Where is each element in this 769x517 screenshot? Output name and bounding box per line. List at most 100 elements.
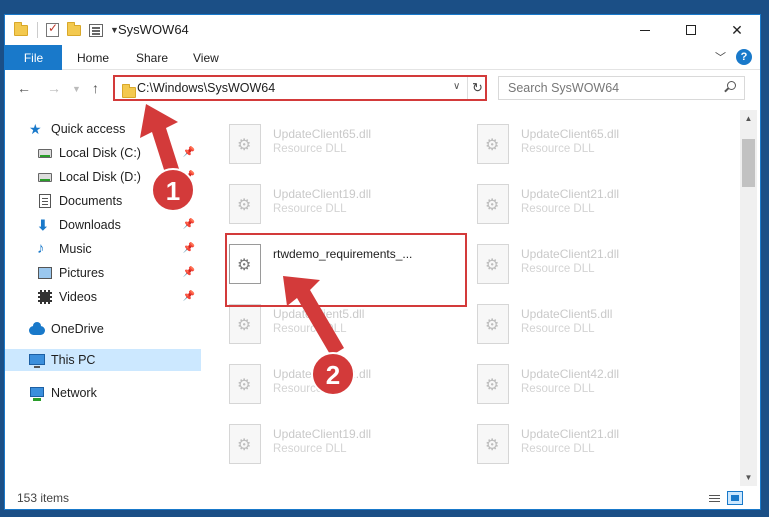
onedrive-cloud-icon — [29, 321, 45, 337]
list-item[interactable]: UpdateClient65.dll Resource DLL — [465, 120, 705, 172]
file-type: Resource DLL — [521, 203, 595, 215]
sidebar-item-label: Local Disk (D:) — [59, 170, 141, 184]
list-item[interactable]: UpdateClient42.dll Resource DLL — [465, 360, 705, 412]
dll-file-icon — [477, 184, 509, 224]
sidebar-item-label: Documents — [59, 194, 123, 208]
tab-share[interactable]: Share — [136, 51, 168, 65]
address-path[interactable]: C:\Windows\SysWOW64 — [137, 81, 275, 95]
search-icon[interactable] — [724, 81, 736, 93]
scroll-down-icon[interactable]: ▼ — [740, 469, 757, 486]
properties-check-icon[interactable] — [44, 21, 60, 38]
customize-icon[interactable] — [88, 22, 104, 38]
maximize-icon — [686, 25, 696, 35]
large-icons-view-icon[interactable] — [727, 491, 743, 505]
pin-icon[interactable]: 📌 — [183, 267, 195, 278]
explorer-window: ▼ SysWOW64 ✕ File Home Share View ﹀ ? ← … — [4, 14, 761, 510]
sidebar-item-label: OneDrive — [51, 322, 104, 336]
list-item[interactable]: UpdateClient21.dll Resource DLL — [465, 240, 705, 292]
list-item[interactable]: UpdateClient21.dll Resource DLL — [465, 420, 705, 472]
sidebar-item-downloads[interactable]: ⬇ Downloads 📌 — [37, 214, 201, 236]
ribbon-right-controls: ﹀ ? — [715, 49, 752, 65]
file-type: Resource DLL — [273, 383, 347, 395]
sidebar-item-pictures[interactable]: Pictures 📌 — [37, 262, 201, 284]
forward-arrow-icon[interactable]: → — [47, 80, 61, 96]
music-icon: ♪ — [37, 240, 45, 257]
help-icon[interactable]: ? — [736, 49, 752, 65]
list-item[interactable]: UpdateClient5.dll Resource DLL — [465, 300, 705, 352]
file-name: UpdateClient19.dll — [273, 187, 372, 201]
item-count: 153 items — [17, 491, 70, 505]
downloads-icon: ⬇ — [37, 217, 49, 233]
sidebar-item-network[interactable]: Network — [29, 382, 201, 404]
navigation-pane: ★ Quick access Local Disk (C:) 📌 Local D… — [5, 110, 205, 486]
file-type: Resource DLL — [273, 143, 347, 155]
search-input[interactable]: Search SysWOW64 — [498, 76, 745, 100]
sidebar-item-label: Videos — [59, 290, 97, 304]
file-type: Resource DLL — [273, 203, 347, 215]
sidebar-item-label: Music — [59, 242, 92, 256]
dll-file-icon — [477, 424, 509, 464]
pictures-icon — [37, 265, 53, 281]
list-item[interactable]: UpdateClient19.dll Resource DLL — [217, 420, 457, 472]
sidebar-item-videos[interactable]: Videos 📌 — [37, 286, 201, 308]
file-name: UpdateClient65.dll — [521, 127, 620, 141]
dll-file-icon — [477, 304, 509, 344]
folder-icon — [121, 83, 137, 98]
window-title: SysWOW64 — [118, 22, 189, 37]
up-arrow-icon[interactable]: ↑ — [92, 80, 99, 96]
search-placeholder: Search SysWOW64 — [508, 81, 620, 95]
file-type: Resource DLL — [273, 443, 347, 455]
chevron-down-icon[interactable]: ∨ — [453, 81, 460, 92]
vertical-scrollbar[interactable]: ▲ ▼ — [740, 110, 757, 486]
recent-locations-icon[interactable]: ▼ — [72, 84, 81, 94]
scroll-up-icon[interactable]: ▲ — [740, 110, 757, 127]
disk-icon — [37, 145, 53, 161]
pin-icon[interactable]: 📌 — [183, 219, 195, 230]
pin-icon[interactable]: 📌 — [183, 291, 195, 302]
minimize-button[interactable] — [622, 15, 668, 45]
sidebar-item-label: This PC — [51, 353, 96, 367]
list-item[interactable]: UpdateClient19.dll Resource DLL — [217, 180, 457, 232]
address-bar[interactable]: C:\Windows\SysWOW64 ∨ ↻ — [113, 75, 487, 101]
sidebar-item-music[interactable]: ♪ Music 📌 — [37, 238, 201, 260]
ribbon: File Home Share View ﹀ ? — [5, 45, 760, 70]
maximize-button[interactable] — [668, 15, 714, 45]
list-item[interactable]: UpdateClient42.dll Resource DLL — [217, 360, 457, 412]
toolbar-divider — [37, 22, 38, 38]
chevron-down-icon[interactable]: ﹀ — [715, 49, 726, 65]
refresh-icon[interactable]: ↻ — [467, 77, 487, 99]
pin-icon[interactable]: 📌 — [183, 147, 195, 158]
tab-view[interactable]: View — [193, 51, 219, 65]
list-item[interactable]: UpdateClient65.dll Resource DLL — [217, 120, 457, 172]
scrollbar-thumb[interactable] — [742, 139, 755, 187]
sidebar-item-local-disk-c[interactable]: Local Disk (C:) 📌 — [37, 142, 201, 164]
dll-file-icon — [229, 364, 261, 404]
computer-icon — [29, 352, 45, 368]
details-view-icon[interactable] — [706, 491, 722, 505]
list-item[interactable]: UpdateClient5.dll Resource DLL — [217, 300, 457, 352]
back-arrow-icon[interactable]: ← — [17, 80, 31, 96]
close-button[interactable]: ✕ — [714, 15, 760, 45]
file-name: UpdateClient21.dll — [521, 427, 620, 441]
sidebar-item-this-pc[interactable]: This PC — [5, 349, 201, 371]
sidebar-item-documents[interactable]: Documents — [37, 190, 201, 212]
list-item[interactable]: UpdateClient21.dll Resource DLL — [465, 180, 705, 232]
minimize-icon — [640, 29, 650, 31]
file-name: UpdateClient42.dll — [273, 367, 372, 381]
file-name: UpdateClient5.dll — [521, 307, 613, 321]
file-type: Resource DLL — [273, 323, 347, 335]
sidebar-item-label: Pictures — [59, 266, 105, 280]
title-bar: ▼ SysWOW64 ✕ — [5, 15, 760, 45]
tab-file[interactable]: File — [5, 45, 62, 70]
sidebar-item-quick-access[interactable]: ★ Quick access — [29, 118, 201, 140]
sidebar-item-onedrive[interactable]: OneDrive — [29, 318, 201, 340]
pin-icon[interactable]: 📌 — [183, 243, 195, 254]
new-folder-icon[interactable] — [66, 22, 82, 38]
file-name: UpdateClient19.dll — [273, 427, 372, 441]
dll-file-icon — [477, 124, 509, 164]
sidebar-item-label: Network — [51, 386, 97, 400]
pin-icon[interactable]: 📌 — [183, 171, 195, 182]
tab-home[interactable]: Home — [77, 51, 109, 65]
sidebar-item-local-disk-d[interactable]: Local Disk (D:) 📌 — [37, 166, 201, 188]
star-icon: ★ — [29, 121, 42, 137]
